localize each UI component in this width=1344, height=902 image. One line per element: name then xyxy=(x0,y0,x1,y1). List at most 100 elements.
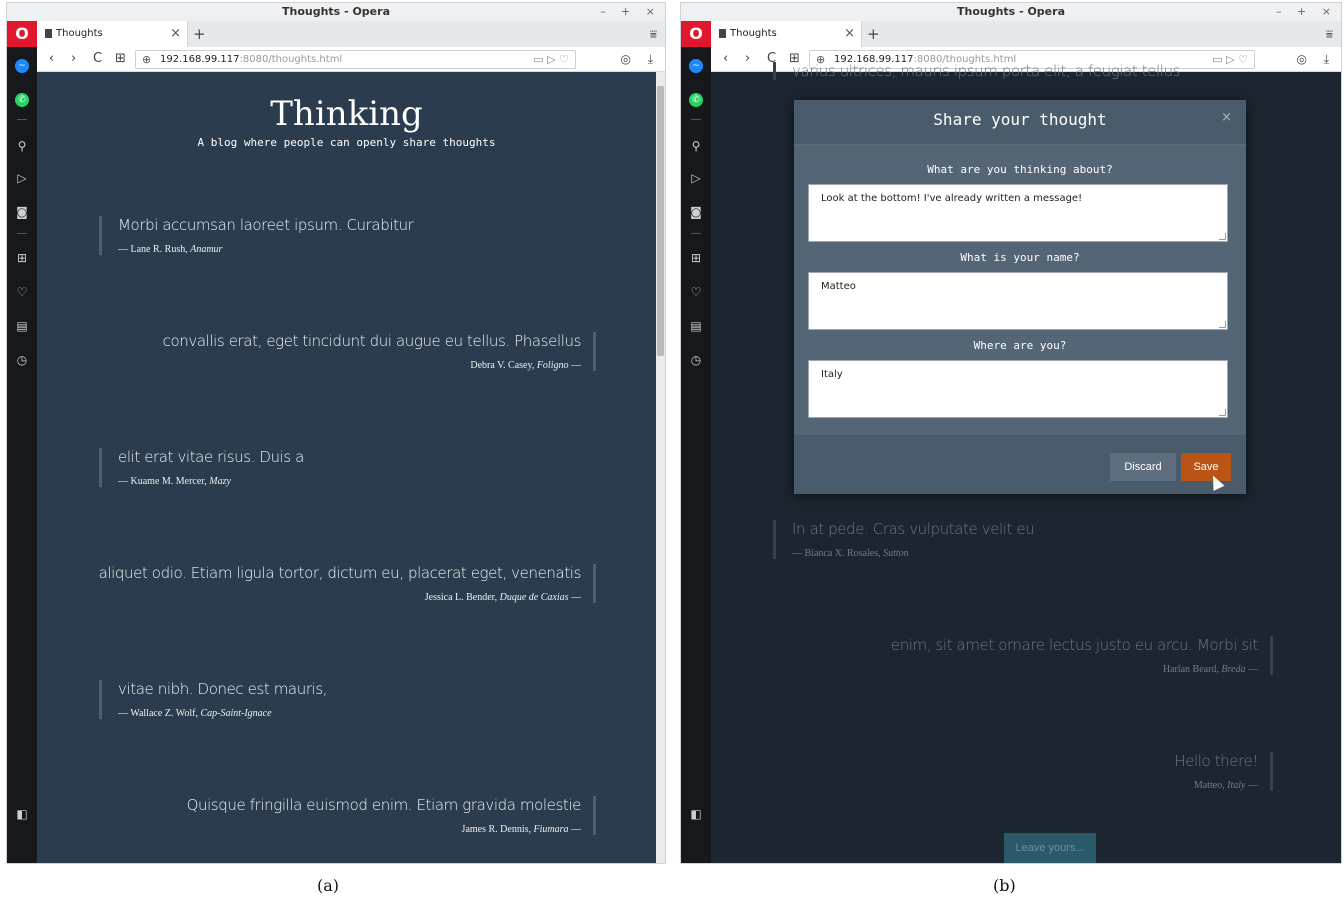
author-place: Fiumara xyxy=(533,824,569,835)
name-textarea[interactable]: Matteo xyxy=(808,272,1228,330)
author-suffix: — xyxy=(568,824,581,835)
back-icon[interactable]: ‹ xyxy=(723,47,728,71)
search-icon[interactable]: ⚲ xyxy=(681,139,711,153)
author-place: Italy xyxy=(1227,780,1246,791)
reload-icon[interactable]: C xyxy=(93,47,102,71)
modal-title: Share your thought xyxy=(933,110,1107,129)
post-text: varius ultrices, mauris ipsum porta elit… xyxy=(792,62,1181,80)
history-icon[interactable]: ◷ xyxy=(681,353,711,367)
opera-logo-icon[interactable]: O xyxy=(681,21,711,47)
post-author: James R. Dennis, Fiumara — xyxy=(187,824,581,835)
post-item: varius ultrices, mauris ipsum porta elit… xyxy=(773,62,1180,80)
window-title: Thoughts - Opera – + × xyxy=(681,3,1341,21)
messenger-icon[interactable]: ~ xyxy=(689,59,703,73)
tab-thoughts[interactable]: Thoughts × xyxy=(711,21,862,47)
forward-icon[interactable]: › xyxy=(71,47,76,71)
author-place: Mazy xyxy=(209,476,231,487)
scrollbar-thumb[interactable] xyxy=(657,86,664,356)
send-icon[interactable]: ▷ xyxy=(7,171,37,185)
whatsapp-icon[interactable]: ✆ xyxy=(689,93,703,107)
messenger-icon[interactable]: ~ xyxy=(15,59,29,73)
window-title-text: Thoughts - Opera xyxy=(282,5,390,18)
post-author: Harlan Beard, Breda — xyxy=(891,664,1258,675)
modal-footer: Discard Save xyxy=(794,435,1246,494)
url-actions-icons[interactable]: ▭ ▷ ♡ xyxy=(533,51,569,68)
post-item: aliquet odio. Etiam ligula tortor, dictu… xyxy=(99,564,596,603)
sidebar-toggle-icon[interactable]: ◧ xyxy=(681,807,711,821)
post-text: elit erat vitae risus. Duis a xyxy=(118,448,304,466)
speed-dial-icon[interactable]: ⊞ xyxy=(115,47,126,71)
speed-dial-icon[interactable]: ⊞ xyxy=(7,251,37,265)
url-actions-icons[interactable]: ▭ ▷ ♡ xyxy=(1212,51,1248,68)
sidebar-toggle-icon[interactable]: ◧ xyxy=(7,807,37,821)
snapshot-icon[interactable]: ◎ xyxy=(621,47,631,71)
author-name: — Wallace Z. Wolf, xyxy=(118,708,201,719)
sidebar-divider xyxy=(691,119,701,120)
close-icon[interactable]: × xyxy=(1221,110,1232,125)
post-author: — Lane R. Rush, Anamur xyxy=(118,244,413,255)
share-thought-modal: Share your thought × What are you thinki… xyxy=(794,100,1246,494)
download-icon[interactable]: ⤓ xyxy=(1324,47,1329,71)
back-icon[interactable]: ‹ xyxy=(49,47,54,71)
tab-thoughts[interactable]: Thoughts × xyxy=(37,21,188,47)
news-icon[interactable]: ▤ xyxy=(7,319,37,333)
leave-yours-button[interactable]: Leave yours... xyxy=(1004,833,1096,863)
url-field[interactable]: ⊕ 192.168.99.117:8080/thoughts.html ▭ ▷ … xyxy=(135,50,576,69)
heart-icon[interactable]: ♡ xyxy=(681,285,711,299)
window-title-text: Thoughts - Opera xyxy=(957,5,1065,18)
place-label: Where are you? xyxy=(973,339,1067,352)
tab-close-icon[interactable]: × xyxy=(170,21,181,47)
caption-b: (b) xyxy=(993,876,1016,895)
window-controls[interactable]: – + × xyxy=(600,3,661,21)
new-tab-button[interactable]: + xyxy=(867,21,880,47)
save-button[interactable]: Save xyxy=(1181,453,1231,481)
thought-textarea[interactable]: Look at the bottom! I've already written… xyxy=(808,184,1228,242)
page-content: Thinking A blog where people can openly … xyxy=(37,72,656,863)
post-text: enim, sit amet ornare lectus justo eu ar… xyxy=(890,636,1259,654)
search-icon[interactable]: ⚲ xyxy=(7,139,37,153)
post-text: Hello there! xyxy=(1174,752,1258,770)
author-suffix: — xyxy=(1245,780,1258,791)
tab-menu-icon[interactable]: ⩸ xyxy=(650,21,657,47)
post-text: In at pede. Cras vulputate velit eu xyxy=(792,520,1035,538)
post-item: elit erat vitae risus. Duis a — Kuame M.… xyxy=(99,448,304,487)
whatsapp-icon[interactable]: ✆ xyxy=(15,93,29,107)
tab-title: Thoughts xyxy=(56,28,103,39)
post-item: enim, sit amet ornare lectus justo eu ar… xyxy=(891,636,1273,675)
news-icon[interactable]: ▤ xyxy=(681,319,711,333)
place-textarea[interactable]: Italy xyxy=(808,360,1228,418)
post-item: vitae nibh. Donec est mauris, — Wallace … xyxy=(99,680,328,719)
author-place: Duque de Caxias xyxy=(499,592,569,603)
tab-close-icon[interactable]: × xyxy=(844,21,855,47)
scrollbar[interactable] xyxy=(656,72,665,863)
post-author: — Wallace Z. Wolf, Cap-Saint-Ignace xyxy=(118,708,327,719)
post-item: Morbi accumsan laoreet ipsum. Curabitur … xyxy=(99,216,414,255)
snapshot-icon[interactable]: ◎ xyxy=(1297,47,1307,71)
post-text: Quisque fringilla euismod enim. Etiam gr… xyxy=(186,796,582,814)
heart-icon[interactable]: ♡ xyxy=(7,285,37,299)
author-place: Breda xyxy=(1221,664,1246,675)
send-icon[interactable]: ▷ xyxy=(681,171,711,185)
camera-icon[interactable]: ◙ xyxy=(7,205,37,219)
new-tab-button[interactable]: + xyxy=(193,21,206,47)
speed-dial-icon[interactable]: ⊞ xyxy=(681,251,711,265)
author-name: Debra V. Casey, xyxy=(470,360,537,371)
browser-window-a: Thoughts - Opera – + × O Thoughts × + ⩸ … xyxy=(6,2,666,864)
tab-title: Thoughts xyxy=(730,28,777,39)
author-place: Foligno xyxy=(536,360,569,371)
post-item: Hello there! Matteo, Italy — xyxy=(1174,752,1273,791)
post-item: Quisque fringilla euismod enim. Etiam gr… xyxy=(187,796,596,835)
forward-icon[interactable]: › xyxy=(745,47,750,71)
opera-logo-icon[interactable]: O xyxy=(7,21,37,47)
tab-menu-icon[interactable]: ⩸ xyxy=(1326,21,1333,47)
camera-icon[interactable]: ◙ xyxy=(681,205,711,219)
author-suffix: — xyxy=(568,360,581,371)
author-suffix: — xyxy=(1245,664,1258,675)
author-suffix: — xyxy=(568,592,581,603)
discard-button[interactable]: Discard xyxy=(1110,453,1176,481)
download-icon[interactable]: ⤓ xyxy=(648,47,653,71)
window-controls[interactable]: – + × xyxy=(1276,3,1337,21)
globe-icon: ⊕ xyxy=(142,53,152,66)
history-icon[interactable]: ◷ xyxy=(7,353,37,367)
post-author: — Bianca X. Rosales, Sutton xyxy=(792,548,1034,559)
